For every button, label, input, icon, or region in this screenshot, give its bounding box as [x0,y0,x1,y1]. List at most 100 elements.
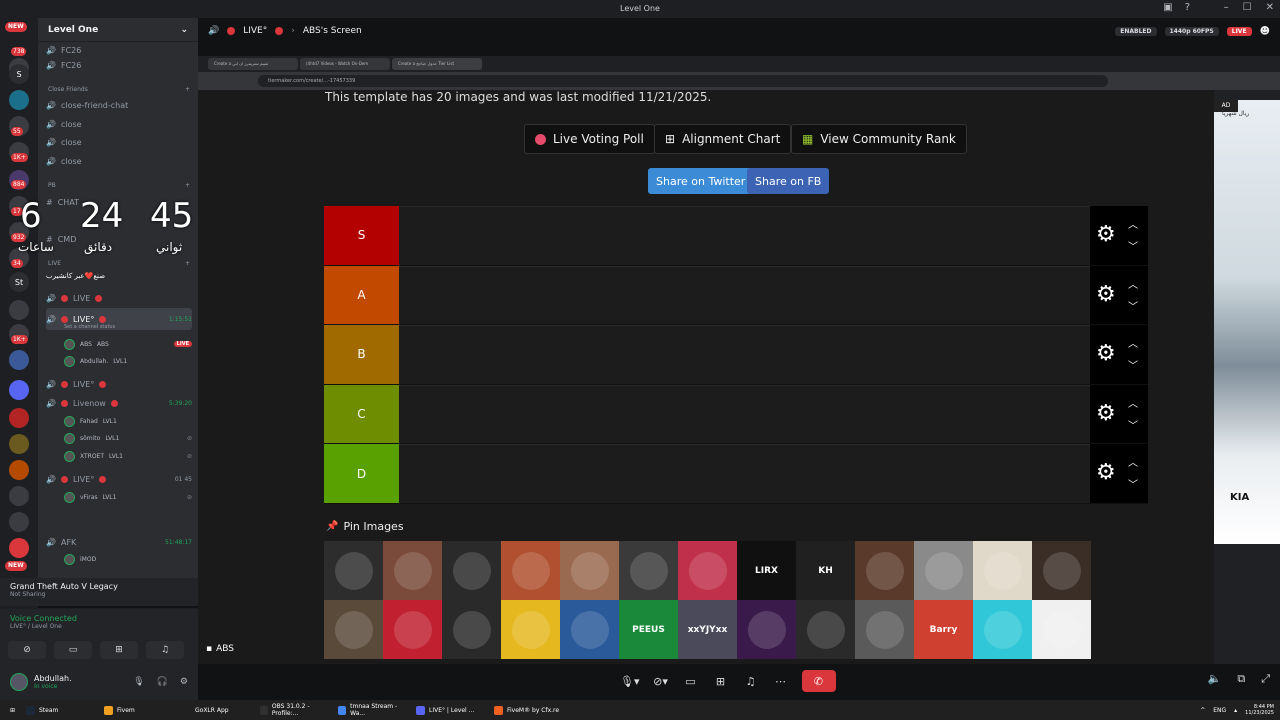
server-icon[interactable] [9,486,29,506]
browser-tab-strip: Create a تقييم ستريمرز ان ابي (4htd7 Vid… [198,56,1280,72]
screen-share-button[interactable]: ▭ [682,670,700,692]
server-icon[interactable] [9,408,29,428]
member-item[interactable]: XTROET LVL1 ⊘ [64,449,192,463]
close-icon[interactable]: ✕ [1266,2,1274,13]
maximize-icon[interactable]: ☐ [1243,2,1252,13]
voice-channel-label[interactable]: LIVE° / Level One [10,623,188,630]
category-header[interactable]: PB + [48,182,190,189]
new-badge: NEW [5,561,27,571]
channel-item[interactable]: 🔊 AFK 51:48:17 [46,534,192,550]
taskbar-app[interactable]: tmnaa Stream - Wa... [334,701,412,719]
taskbar-clock[interactable]: 8:44 PM 11/23/2025 [1245,704,1274,716]
camera-off-button[interactable]: ⊘ [8,641,46,659]
help-icon[interactable]: ? [1185,2,1190,13]
taskbar-app[interactable]: OBS 31.0.2 - Profile:... [256,701,334,719]
live-dot-icon [275,27,284,35]
channel-item[interactable]: 🔊 LIVE° 01 45 [46,471,192,487]
microphone-icon[interactable]: 🎙 [133,677,144,687]
app-icon [260,705,268,715]
minimize-icon[interactable]: – [1224,2,1229,13]
channel-item[interactable]: # CHAT [46,194,192,210]
server-letter[interactable]: St [9,272,29,292]
add-channel-icon[interactable]: + [185,260,190,267]
server-letter[interactable]: S [9,64,29,84]
channel-item[interactable]: 🔊 FC26 [46,42,192,58]
server-icon[interactable] [9,90,29,110]
activity-game: Grand Theft Auto V Legacy [10,582,118,591]
soundboard-button[interactable]: ♫ [742,670,760,692]
category-header[interactable]: Close Friends + [48,86,190,93]
channel-item[interactable]: 🔊 LIVE° [46,376,192,392]
server-name: Level One [48,25,99,35]
screen-share-button[interactable]: ▭ [54,641,92,659]
network-icon[interactable]: ▴ [1234,707,1237,714]
add-channel-icon[interactable]: + [185,86,190,93]
quality-badge[interactable]: 1440p 60FPS [1164,26,1219,36]
category-header[interactable]: LIVE + [48,260,190,267]
channel-item[interactable]: 🔊 close [46,134,192,150]
voice-channel-icon: 🔊 [46,537,56,547]
taskbar-app[interactable]: LIVE° | Level ... [412,701,490,719]
gear-icon[interactable]: ⚙ [180,677,188,687]
fullscreen-icon[interactable]: ⤢ [1261,672,1270,686]
taskbar-app[interactable]: Steam [22,701,100,719]
member-item[interactable]: sōmito LVL1 ⊘ [64,431,192,445]
server-icon[interactable] [9,350,29,370]
camera-button[interactable]: ⊘▾ [652,670,670,692]
channel-item[interactable]: 🔊 close [46,116,192,132]
input-language[interactable]: ENG [1213,707,1226,714]
server-badge: 17 [11,207,23,216]
channel-item[interactable]: 🔊 close-friend-chat [46,97,192,113]
stream-view[interactable]: Create a تقييم ستريمرز ان ابي (4htd7 Vid… [198,56,1280,664]
popout-icon[interactable]: ⧉ [1237,672,1245,686]
voice-channel-icon: 🔊 [46,156,56,166]
advertisement: AD ريال شهرياً KIA [1214,100,1280,544]
channel-status[interactable]: Set a channel status [64,324,115,330]
avatar [64,432,75,444]
more-button[interactable]: ⋯ [772,670,790,692]
avatar [64,450,75,462]
server-icon[interactable] [9,512,29,532]
soundboard-button[interactable]: ♫ [146,641,184,659]
channel-item[interactable]: # CMD [46,231,192,247]
taskbar-app[interactable]: GoXLR App [178,701,256,719]
member-item[interactable]: vFiras LVL1 ⊘ [64,490,192,504]
user-status: In voice [34,683,58,690]
activities-button[interactable]: ⊞ [712,670,730,692]
server-header[interactable]: Level One ⌄ [38,18,198,42]
taskbar-app[interactable]: Fivem [100,701,178,719]
tier-image [501,600,560,659]
tray-chevron-icon[interactable]: ^ [1200,707,1205,714]
tier-image [737,600,796,659]
alignment-chart-button: ⊞ Alignment Chart [654,124,792,154]
portrait-image [688,551,727,590]
volume-icon[interactable]: 🔈 [1208,672,1222,686]
member-item[interactable]: iMOD [64,552,192,566]
folder-icon[interactable] [9,380,29,400]
channel-item[interactable]: 🔊 Livenow 5:39:20 [46,395,192,411]
windows-start-icon[interactable]: ⊞ [6,701,22,719]
microphone-button[interactable]: 🎙▾ [620,670,640,692]
member-item[interactable]: Abdullah. LVL1 [64,354,192,368]
channel-item[interactable]: 🔊 FC26 [46,57,192,73]
channel-item[interactable]: 🔊 LIVE [46,290,192,306]
members-icon[interactable]: ☻ [1260,26,1270,37]
server-icon[interactable] [9,434,29,454]
server-icon[interactable] [9,538,29,558]
gear-icon: ⚙ [1096,460,1116,486]
chevron-down-icon: ﹀ [1128,480,1138,492]
member-item[interactable]: Fahad LVL1 [64,414,192,428]
taskbar-app[interactable]: FiveM® by Cfx.re [490,701,568,719]
inbox-icon[interactable]: ▣ [1163,2,1172,13]
activity-panel[interactable]: Grand Theft Auto V Legacy Not Sharing [0,578,198,606]
avatar[interactable] [10,673,28,691]
activity-button[interactable]: ⊞ [100,641,138,659]
member-item[interactable]: ABS ABS LIVE [64,337,192,351]
server-icon[interactable] [9,300,29,320]
voice-channel-icon: 🔊 [46,474,56,484]
add-channel-icon[interactable]: + [185,182,190,189]
channel-item[interactable]: 🔊 close [46,153,192,169]
server-icon[interactable] [9,460,29,480]
headphones-icon[interactable]: 🎧 [157,677,168,687]
disconnect-button[interactable]: ✆ [801,670,836,692]
